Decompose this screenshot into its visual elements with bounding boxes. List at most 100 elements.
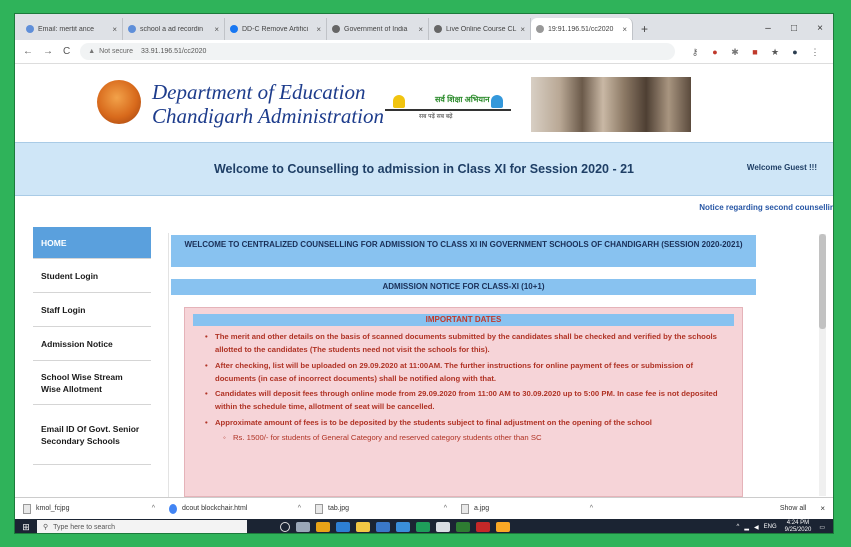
app-icon[interactable] (436, 522, 450, 532)
tab-close-icon[interactable]: × (214, 25, 219, 34)
sidebar-item-admission-notice[interactable]: Admission Notice (33, 327, 151, 361)
browser-tab[interactable]: school a ad recordin × (123, 18, 225, 40)
tab-label: Email: mertit ance (38, 25, 95, 33)
welcome-title: Welcome to Counselling to admission in C… (213, 162, 635, 176)
task-view-icon[interactable] (296, 522, 310, 532)
show-all-downloads-button[interactable]: Show all (780, 505, 806, 512)
notification-chevron-icon[interactable]: ^ (737, 524, 740, 530)
url-input[interactable]: ▲ Not secure 33.91.196.51/cc2020 (80, 43, 675, 60)
tab-label: DD-C Remove Artifici (242, 25, 309, 33)
menu-icon[interactable]: ⋮ (808, 47, 822, 57)
list-item: After checking, list will be uploaded on… (205, 359, 735, 386)
chevron-up-icon[interactable]: ^ (152, 505, 155, 512)
tab-favicon-icon (230, 25, 238, 33)
tab-close-icon[interactable]: × (316, 25, 321, 34)
sidebar-item-email-ids[interactable]: Email ID Of Govt. Senior Secondary Schoo… (33, 405, 151, 465)
tab-close-icon[interactable]: × (520, 25, 525, 34)
download-item[interactable]: a.jpg ^ (461, 503, 593, 514)
taskbar-clock[interactable]: 4:24 PM 9/25/2020 (784, 520, 812, 533)
new-tab-button[interactable]: + (633, 18, 656, 40)
chevron-up-icon[interactable]: ^ (298, 505, 301, 512)
puzzle-icon[interactable]: ■ (748, 47, 762, 57)
clock-date: 9/25/2020 (784, 527, 812, 533)
important-dates-box: IMPORTANT DATES The merit and other deta… (184, 307, 743, 497)
app-icon[interactable] (456, 522, 470, 532)
app-icon[interactable] (416, 522, 430, 532)
close-downloads-bar-button[interactable]: × (820, 504, 825, 513)
extension-icon[interactable]: ✱ (728, 47, 742, 57)
emblem-logo-icon (97, 80, 141, 124)
back-button[interactable]: ← (23, 46, 33, 57)
downloads-bar: kmol_fcjpg ^ dcout blockchair.html ^ tab.j… (15, 497, 833, 519)
browser-tab[interactable]: DD-C Remove Artifici × (225, 18, 327, 40)
shiksha-subtitle: सब पढ़ें सब बढ़ें (419, 114, 453, 120)
page-scrollbar[interactable] (819, 234, 826, 496)
url-text: 33.91.196.51/cc2020 (141, 48, 207, 55)
cortana-icon[interactable] (280, 522, 290, 532)
volume-icon[interactable]: ◀ (754, 524, 759, 531)
sidebar-item-home[interactable]: HOME (33, 227, 151, 259)
key-icon[interactable]: ⚷ (688, 47, 702, 57)
image-file-icon (461, 503, 469, 514)
welcome-notice: WELCOME TO CENTRALIZED COUNSELLING FOR A… (171, 235, 756, 267)
maximize-button[interactable]: □ (781, 18, 807, 40)
sidebar-item-school-wise-allotment[interactable]: School Wise Stream Wise Allotment (33, 361, 151, 405)
chrome-icon[interactable] (316, 522, 330, 532)
forward-button[interactable]: → (43, 46, 53, 57)
tab-favicon-icon (434, 25, 442, 33)
tab-favicon-icon (128, 25, 136, 33)
browser-tab[interactable]: Government of India × (327, 18, 429, 40)
windows-start-icon[interactable]: ⊞ (15, 519, 37, 533)
site-header: Department of Education Chandigarh Admin… (15, 64, 833, 142)
tab-close-icon[interactable]: × (622, 25, 627, 34)
system-tray: ^ ▂ ◀ ENG 4:24 PM 9/25/2020 ▭ (737, 520, 833, 533)
language-indicator[interactable]: ENG (764, 524, 777, 530)
clock-time: 4:24 PM (786, 520, 810, 526)
tab-favicon-icon (332, 25, 340, 33)
tab-favicon-icon (26, 25, 34, 33)
file-explorer-icon[interactable] (356, 522, 370, 532)
adblock-icon[interactable]: ● (708, 47, 722, 57)
tab-close-icon[interactable]: × (112, 25, 117, 34)
profile-avatar-icon[interactable]: ● (788, 47, 802, 57)
reload-button[interactable]: C (63, 46, 70, 57)
sidebar-item-staff-login[interactable]: Staff Login (33, 293, 151, 327)
taskbar-search-input[interactable]: ⚲ Type here to search (37, 520, 247, 533)
app-icon[interactable] (476, 522, 490, 532)
tab-label: Live Online Course CL (446, 25, 517, 33)
browser-tab[interactable]: Live Online Course CL × (429, 18, 531, 40)
app-icon[interactable] (496, 522, 510, 532)
close-window-button[interactable]: × (807, 18, 833, 40)
browser-tab-active[interactable]: 19:91.196.51/cc2020 × (531, 18, 633, 40)
chevron-up-icon[interactable]: ^ (590, 505, 593, 512)
web-page: Department of Education Chandigarh Admin… (15, 64, 833, 497)
download-item[interactable]: tab.jpg ^ (315, 503, 447, 514)
download-item[interactable]: kmol_fcjpg ^ (23, 503, 155, 514)
download-name: a.jpg (474, 505, 490, 512)
sarva-shiksha-logo: सर्व शिक्षा अभियान सब पढ़ें सब बढ़ें (379, 92, 517, 122)
minimize-button[interactable]: – (755, 18, 781, 40)
tab-favicon-icon (536, 25, 544, 33)
list-item: Candidates will deposit fees through onl… (205, 387, 735, 414)
star-icon[interactable]: ★ (768, 47, 782, 57)
download-item[interactable]: dcout blockchair.html ^ (169, 503, 301, 514)
department-line-1: Department of Education (152, 80, 366, 104)
scrollbar-thumb[interactable] (819, 234, 826, 329)
welcome-band: Welcome to Counselling to admission in C… (15, 142, 833, 196)
extension-icons: ⚷ ● ✱ ■ ★ ● ⋮ (685, 47, 825, 57)
edge-icon[interactable] (336, 522, 350, 532)
sidebar-menu: HOME Student Login Staff Login Admission… (33, 227, 151, 465)
chevron-up-icon[interactable]: ^ (444, 505, 447, 512)
action-center-icon[interactable]: ▭ (819, 524, 825, 531)
store-icon[interactable] (376, 522, 390, 532)
notice-marquee[interactable]: Notice regarding second counsellir (699, 203, 833, 212)
image-file-icon (315, 503, 323, 514)
network-icon[interactable]: ▂ (744, 524, 749, 531)
chrome-file-icon (169, 503, 177, 514)
address-bar: ← → C ▲ Not secure 33.91.196.51/cc2020 ⚷… (15, 40, 833, 64)
tab-close-icon[interactable]: × (418, 25, 423, 34)
sidebar-item-student-login[interactable]: Student Login (33, 259, 151, 293)
browser-tab[interactable]: Email: mertit ance × (21, 18, 123, 40)
mail-icon[interactable] (396, 522, 410, 532)
download-name: tab.jpg (328, 505, 350, 512)
